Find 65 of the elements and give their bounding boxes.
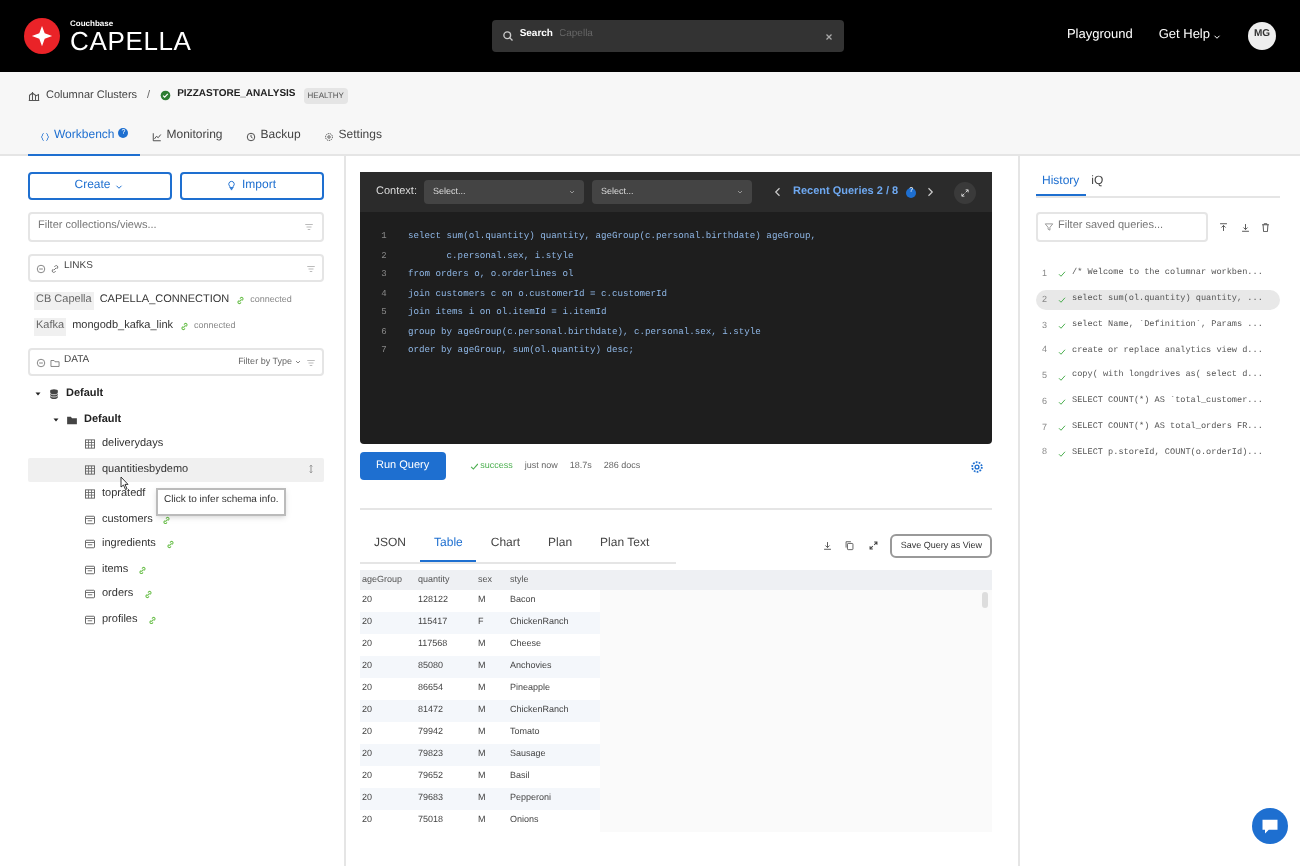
filter-icon bbox=[306, 357, 316, 367]
collapse-icon bbox=[36, 263, 46, 273]
line-chart-icon bbox=[152, 131, 163, 141]
expand-icon bbox=[960, 187, 970, 197]
close-icon bbox=[823, 31, 834, 41]
chat-icon bbox=[1260, 816, 1280, 836]
clock-icon bbox=[246, 131, 257, 141]
collection-icon bbox=[84, 513, 96, 526]
trash-button[interactable] bbox=[1260, 221, 1271, 233]
folder-icon bbox=[50, 357, 60, 367]
chevron-left-icon bbox=[772, 186, 785, 198]
check-icon bbox=[1058, 449, 1066, 458]
table-icon bbox=[84, 438, 96, 451]
check-icon bbox=[1058, 373, 1066, 382]
collection-icon bbox=[84, 588, 96, 601]
settings-button[interactable] bbox=[970, 459, 984, 473]
cluster-icon bbox=[28, 90, 40, 102]
expand-button[interactable] bbox=[867, 540, 879, 552]
check-icon bbox=[1058, 424, 1066, 433]
gear-icon bbox=[324, 131, 335, 141]
collection-icon bbox=[84, 563, 96, 576]
filter-icon bbox=[306, 263, 316, 273]
chat-button[interactable] bbox=[1252, 808, 1288, 844]
copy-icon bbox=[844, 540, 856, 552]
download-button[interactable] bbox=[1239, 221, 1250, 233]
caret-icon bbox=[1212, 31, 1222, 41]
upload-icon bbox=[1218, 221, 1229, 233]
collection-icon bbox=[84, 538, 96, 551]
expand-button[interactable] bbox=[954, 181, 976, 203]
check-icon bbox=[1058, 347, 1066, 356]
trash-icon bbox=[1260, 221, 1271, 233]
check-icon bbox=[1058, 321, 1066, 330]
table-icon bbox=[84, 463, 96, 476]
collection-icon bbox=[84, 613, 96, 626]
check-icon bbox=[1058, 398, 1066, 407]
settings-icon bbox=[970, 459, 984, 473]
link-icon bbox=[50, 263, 60, 273]
check-icon bbox=[469, 461, 479, 471]
link-icon bbox=[179, 322, 189, 332]
expand-icon bbox=[867, 540, 879, 552]
download-icon bbox=[1239, 221, 1250, 233]
filter-icon bbox=[1044, 222, 1054, 232]
filter-icon bbox=[304, 222, 314, 232]
caret-icon bbox=[114, 181, 125, 191]
resize-icon bbox=[306, 464, 316, 475]
upload-button[interactable] bbox=[1218, 221, 1229, 233]
check-icon bbox=[1058, 296, 1066, 305]
download-icon bbox=[821, 540, 833, 552]
database-icon bbox=[48, 388, 60, 401]
brand-name: CAPELLA bbox=[70, 27, 192, 53]
folder-icon bbox=[66, 413, 78, 426]
check-icon bbox=[1058, 270, 1066, 279]
query-editor[interactable] bbox=[360, 172, 992, 444]
download-button[interactable] bbox=[821, 540, 833, 552]
bulb-icon bbox=[226, 180, 238, 192]
table-icon bbox=[84, 488, 96, 501]
braces-icon bbox=[40, 131, 50, 141]
collapse-icon bbox=[36, 357, 46, 367]
check-icon bbox=[160, 90, 172, 102]
logo-icon bbox=[24, 18, 60, 54]
cursor-icon bbox=[116, 476, 132, 492]
copy-button[interactable] bbox=[844, 540, 856, 552]
search-icon bbox=[501, 30, 514, 42]
chevron-right-icon bbox=[924, 186, 937, 198]
link-icon bbox=[235, 296, 245, 306]
